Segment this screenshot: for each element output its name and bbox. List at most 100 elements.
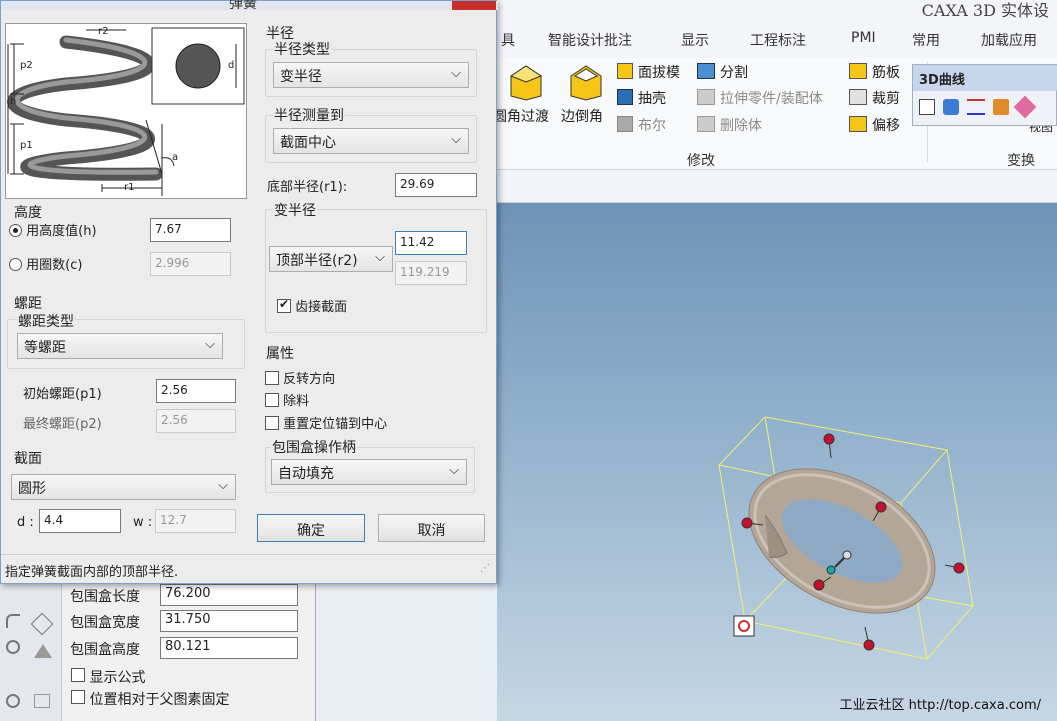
spring-preview: r2 p2 h p1 a r1 d bbox=[5, 23, 247, 199]
angle-tool-icon[interactable] bbox=[34, 644, 52, 658]
turns-value-input[interactable]: 2.996 bbox=[150, 252, 231, 276]
preview-label-d: d bbox=[228, 60, 235, 71]
remove-material-checkbox[interactable] bbox=[265, 393, 279, 407]
bottom-radius-label: 底部半径(r1): bbox=[267, 180, 348, 195]
rib-button[interactable]: 筋板 bbox=[872, 62, 900, 82]
delete-body-button[interactable]: 删除体 bbox=[720, 115, 762, 135]
bbox-width-input[interactable]: 31.750 bbox=[160, 610, 298, 632]
pitch-type-select[interactable]: 等螺距 ⌵ bbox=[17, 333, 223, 359]
dialog-status-bar: 指定弹簧截面内部的顶部半径. ⋰ bbox=[1, 554, 496, 584]
reset-anchor-option[interactable]: 重置定位锚到中心 bbox=[265, 413, 387, 432]
eye-icon[interactable] bbox=[6, 694, 20, 708]
spring-model bbox=[748, 468, 936, 614]
spring-dialog: 弹簧 r2 p2 h p1 a r1 d 高度 用高度值(h) 7.67 用圈数… bbox=[0, 0, 498, 584]
menu-annotation[interactable]: 工程标注 bbox=[750, 30, 806, 50]
draft-button[interactable]: 面拔模 bbox=[638, 62, 680, 82]
shell-button[interactable]: 抽壳 bbox=[638, 88, 666, 108]
3d-curve-toolbar: 3D曲线 bbox=[912, 64, 1057, 126]
watermark: 工业云社区 http://top.caxa.com/ bbox=[839, 698, 1041, 713]
section-w-input[interactable]: 12.7 bbox=[155, 509, 236, 533]
top-radius-input[interactable]: 11.42 bbox=[395, 231, 467, 255]
chamfer-button[interactable]: 边倒角 bbox=[561, 106, 603, 126]
circle-tool-icon[interactable] bbox=[6, 640, 20, 654]
fillet-icon[interactable] bbox=[505, 62, 547, 102]
ok-button[interactable]: 确定 bbox=[257, 514, 365, 542]
chevron-down-icon: ⌵ bbox=[375, 250, 385, 265]
chevron-down-icon: ⌵ bbox=[218, 478, 228, 493]
fillet-button[interactable]: 圆角过渡 bbox=[493, 106, 549, 126]
delete-body-icon bbox=[697, 116, 715, 132]
boolean-icon bbox=[617, 116, 633, 132]
reset-anchor-checkbox[interactable] bbox=[265, 416, 279, 430]
menu-load-apps[interactable]: 加载应用 bbox=[981, 30, 1037, 50]
bottom-radius-input[interactable]: 29.69 bbox=[395, 173, 477, 197]
pitch-group-label: 螺距 bbox=[13, 293, 43, 313]
handle-value: 自动填充 bbox=[278, 466, 334, 482]
scene bbox=[718, 416, 974, 660]
handle-select[interactable]: 自动填充 ⌵ bbox=[271, 459, 467, 485]
split-button[interactable]: 分割 bbox=[720, 62, 748, 82]
bbox-length-input[interactable]: 76.200 bbox=[160, 584, 298, 606]
menu-smart-design[interactable]: 智能设计批注 bbox=[548, 30, 632, 50]
cancel-button[interactable]: 取消 bbox=[378, 514, 485, 542]
properties-group-label: 属性 bbox=[265, 343, 295, 363]
3d-curve-toolbar-title[interactable]: 3D曲线 bbox=[913, 65, 1057, 91]
preview-label-p1: p1 bbox=[20, 140, 33, 151]
dialog-title-bar[interactable]: 弹簧 bbox=[1, 0, 498, 12]
chamfer-icon[interactable] bbox=[565, 62, 607, 102]
reverse-label: 反转方向 bbox=[283, 372, 336, 387]
fixed-to-parent-option[interactable]: 位置相对于父图素固定 bbox=[71, 689, 229, 709]
reverse-checkbox[interactable] bbox=[265, 371, 279, 385]
bbox-height-input[interactable]: 80.121 bbox=[160, 637, 298, 659]
resize-grip-icon[interactable]: ⋰ bbox=[480, 563, 490, 574]
draft-icon bbox=[617, 63, 633, 79]
line-tool-icon[interactable] bbox=[30, 612, 54, 636]
menu-pmi[interactable]: PMI bbox=[851, 30, 876, 46]
variable-radius-select[interactable]: 顶部半径(r2) ⌵ bbox=[269, 246, 393, 272]
shape-tool-icon[interactable] bbox=[34, 694, 50, 708]
butt-section-checkbox[interactable]: ✔ bbox=[277, 297, 291, 313]
section-d-input[interactable]: 4.4 bbox=[39, 509, 121, 533]
by-turns-radio[interactable] bbox=[9, 258, 22, 271]
chevron-down-icon: ⌵ bbox=[451, 132, 461, 147]
height-value-input[interactable]: 7.67 bbox=[150, 218, 231, 242]
stretch-button[interactable]: 拉伸零件/装配体 bbox=[720, 88, 823, 108]
left-tool-strip bbox=[0, 584, 62, 721]
curve-tool-icon[interactable] bbox=[943, 99, 959, 115]
show-formula-checkbox[interactable] bbox=[71, 668, 85, 682]
by-turns-option[interactable]: 用圈数(c) bbox=[9, 254, 82, 273]
show-formula-option[interactable]: 显示公式 bbox=[71, 667, 145, 687]
preview-label-a: a bbox=[172, 152, 179, 163]
offset-button[interactable]: 偏移 bbox=[872, 115, 900, 135]
reverse-option[interactable]: 反转方向 bbox=[265, 368, 335, 387]
trim-button[interactable]: 裁剪 bbox=[872, 88, 900, 108]
by-height-radio[interactable] bbox=[9, 224, 22, 237]
curve-tool-icon[interactable] bbox=[993, 99, 1009, 115]
boolean-button[interactable]: 布尔 bbox=[638, 115, 666, 135]
menu-display[interactable]: 显示 bbox=[681, 30, 709, 50]
close-button[interactable] bbox=[452, 1, 496, 10]
fixed-to-parent-label: 位置相对于父图素固定 bbox=[89, 692, 230, 708]
by-height-option[interactable]: 用高度值(h) bbox=[9, 220, 97, 239]
menu-common[interactable]: 常用 bbox=[912, 30, 940, 50]
final-pitch-input[interactable]: 2.56 bbox=[156, 409, 236, 433]
prop-label: 包围盒长度 bbox=[70, 589, 140, 605]
preview-label-p2: p2 bbox=[20, 60, 33, 71]
fixed-to-parent-checkbox[interactable] bbox=[71, 690, 85, 704]
arc-icon[interactable] bbox=[6, 614, 20, 628]
butt-section-option[interactable]: ✔ 齿接截面 bbox=[277, 296, 347, 315]
remove-material-option[interactable]: 除料 bbox=[265, 390, 309, 409]
pitch-type-value: 等螺距 bbox=[24, 340, 66, 356]
radius-measure-select[interactable]: 截面中心 ⌵ bbox=[273, 128, 469, 154]
group-modify-label: 修改 bbox=[687, 153, 715, 169]
curve-tool-icon[interactable] bbox=[967, 99, 985, 115]
initial-pitch-input[interactable]: 2.56 bbox=[156, 379, 236, 403]
curve-tool-icon[interactable] bbox=[1013, 95, 1037, 119]
variable-radius-value: 顶部半径(r2) bbox=[276, 253, 358, 269]
3d-viewport[interactable]: 工业云社区 http://top.caxa.com/ bbox=[497, 203, 1057, 721]
radius-type-select[interactable]: 变半径 ⌵ bbox=[273, 62, 469, 88]
split-icon bbox=[697, 63, 715, 79]
curve-tool-icon[interactable] bbox=[919, 99, 935, 115]
menu-tools[interactable]: 具 bbox=[501, 30, 515, 50]
section-shape-select[interactable]: 圆形 ⌵ bbox=[11, 474, 236, 500]
